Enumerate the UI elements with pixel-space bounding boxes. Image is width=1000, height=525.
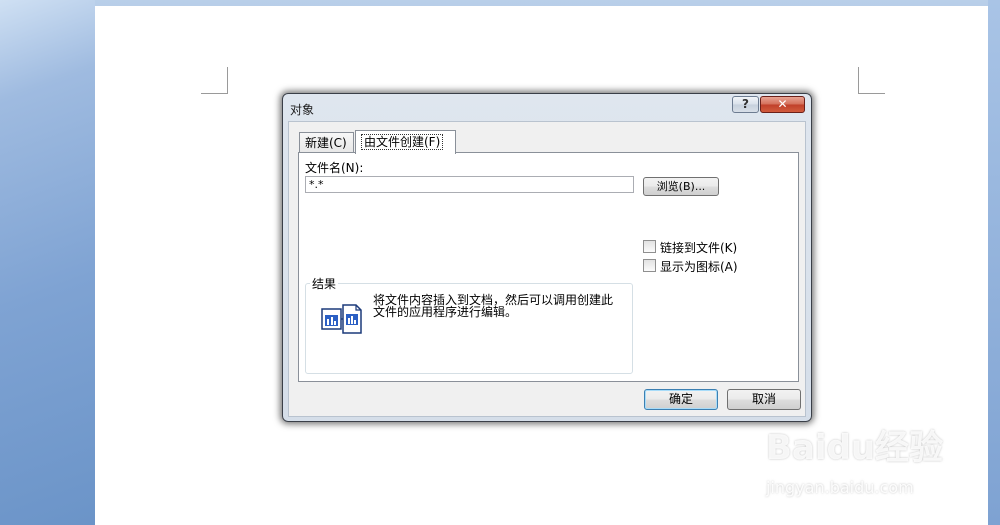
result-description: 将文件内容插入到文档，然后可以调用创建此文件的应用程序进行编辑。: [373, 293, 614, 319]
checkbox-unchecked-icon[interactable]: [643, 259, 656, 272]
baidu-jingyan-watermark: Baidu经验 jingyan.baidu.com: [766, 420, 956, 505]
result-legend: 结果: [310, 275, 339, 292]
checkbox-unchecked-icon[interactable]: [643, 240, 656, 253]
browse-button[interactable]: 浏览(B)...: [643, 177, 719, 196]
filename-input[interactable]: [305, 176, 634, 193]
filename-label: 文件名(N):: [305, 161, 364, 175]
help-button[interactable]: ?: [732, 96, 759, 113]
word-background-left: [0, 0, 95, 525]
tab-create-from-file[interactable]: 由文件创建(F): [355, 130, 456, 154]
dialog-titlebar[interactable]: 对象 ? ✕: [283, 94, 811, 122]
display-as-icon-label: 显示为图标(A): [660, 260, 738, 274]
dialog-title: 对象: [290, 103, 315, 117]
tab-create-new[interactable]: 新建(C): [299, 132, 354, 153]
cancel-button[interactable]: 取消: [727, 389, 801, 410]
word-background-right: [988, 0, 1000, 525]
dialog-client-area: 新建(C) 由文件创建(F) 文件名(N): 浏览(B)... 链接到文件(K)…: [288, 121, 806, 417]
tab-create-from-file-label: 由文件创建(F): [361, 134, 444, 150]
tab-create-new-label: 新建(C): [305, 136, 347, 150]
watermark-url: jingyan.baidu.com: [766, 478, 914, 497]
close-button[interactable]: ✕: [760, 96, 805, 113]
insert-file-result-icon: [321, 304, 362, 334]
link-to-file-checkbox[interactable]: 链接到文件(K): [643, 240, 737, 256]
watermark-logo: Baidu经验: [766, 428, 944, 468]
tab-panel-create-from-file: 文件名(N): 浏览(B)... 链接到文件(K) 显示为图标(A) 结果: [298, 152, 799, 382]
ok-button[interactable]: 确定: [644, 389, 718, 410]
display-as-icon-checkbox[interactable]: 显示为图标(A): [643, 259, 738, 275]
crop-mark-top-right: [858, 67, 885, 94]
result-group: 结果 将文件内容插入到文档，然后可以调用创建此文件的应用程序进行编辑。: [305, 275, 633, 374]
link-to-file-label: 链接到文件(K): [660, 241, 738, 255]
object-dialog: 对象 ? ✕ 新建(C) 由文件创建(F) 文件名(N): 浏览(B)... 链…: [282, 93, 812, 422]
crop-mark-top-left: [201, 67, 228, 94]
